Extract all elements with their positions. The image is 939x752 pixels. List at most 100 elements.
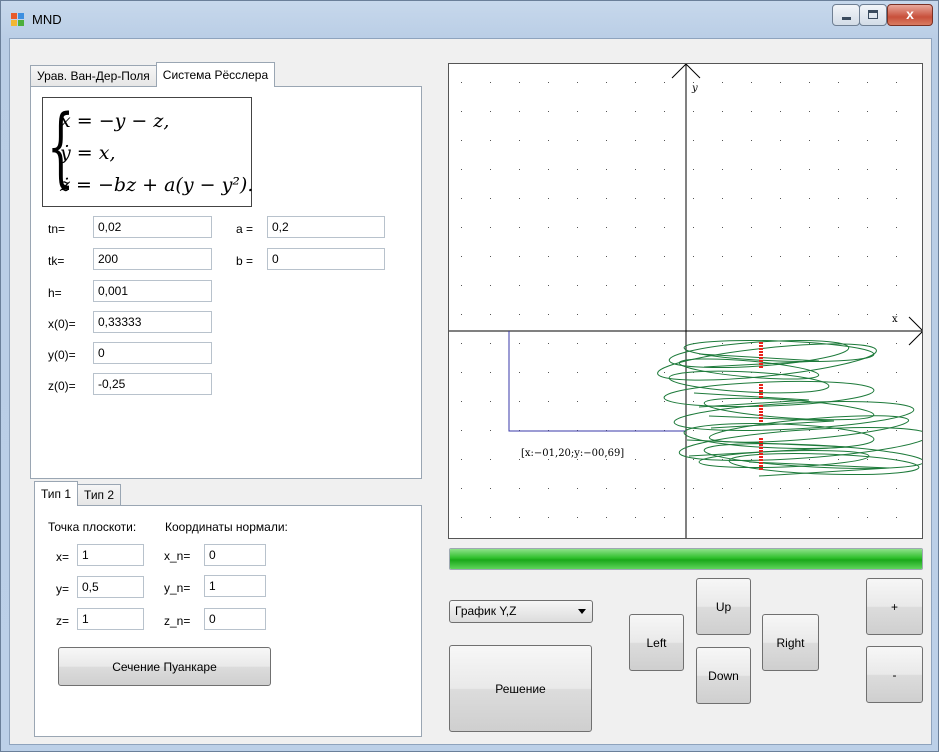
grid-dot: [751, 111, 752, 112]
z0-field[interactable]: [93, 373, 212, 395]
tab-van-der-pol[interactable]: Урав. Ван-Дер-Поля: [30, 65, 157, 87]
tab-type-1[interactable]: Тип 1: [34, 481, 79, 506]
b-field[interactable]: [267, 248, 385, 270]
tn-field[interactable]: [93, 216, 212, 238]
grid-dot: [577, 343, 578, 344]
normal-y-field[interactable]: [204, 575, 266, 597]
point-z-field[interactable]: [77, 608, 144, 630]
point-x-field[interactable]: [77, 544, 144, 566]
phase-plot[interactable]: y x [x:−01,20;y:−00,69]: [448, 63, 923, 539]
grid-dot: [635, 314, 636, 315]
grid-dot: [519, 227, 520, 228]
grid-dot: [635, 401, 636, 402]
close-button[interactable]: x: [887, 4, 933, 26]
grid-dot: [664, 372, 665, 373]
tn-label: tn=: [48, 222, 66, 236]
grid-dot: [896, 256, 897, 257]
tab-type-2[interactable]: Тип 2: [77, 484, 122, 506]
grid-dot: [635, 343, 636, 344]
grid-dot: [548, 198, 549, 199]
grid-dot: [838, 459, 839, 460]
grid-dot: [490, 372, 491, 373]
grid-dot: [809, 314, 810, 315]
tk-field[interactable]: [93, 248, 212, 270]
grid-dot: [635, 198, 636, 199]
y0-field[interactable]: [93, 342, 212, 364]
grid-dot: [722, 111, 723, 112]
grid-dot: [809, 285, 810, 286]
grid-dot: [490, 140, 491, 141]
point-y-field[interactable]: [77, 576, 144, 598]
grid-dot: [896, 488, 897, 489]
grid-dot: [896, 285, 897, 286]
grid-dot: [693, 517, 694, 518]
grid-dot: [722, 140, 723, 141]
poincare-point: [759, 390, 763, 392]
tab-rossler[interactable]: Система Рёсслера: [155, 62, 276, 87]
grid-dot: [490, 285, 491, 286]
minimize-button[interactable]: [832, 4, 860, 26]
grid-dot: [519, 111, 520, 112]
plane-point-header: Точка плоскоти:: [48, 520, 137, 534]
normal-x-label: x_n=: [164, 549, 191, 563]
grid-dot: [461, 198, 462, 199]
grid-dot: [664, 140, 665, 141]
rossler-equations: { ẋ = −y − z, ẏ = x, ż = −bz + a(y − y²)…: [42, 97, 253, 207]
normal-x-field[interactable]: [204, 544, 266, 566]
grid-dot: [693, 169, 694, 170]
x0-field[interactable]: [93, 311, 212, 333]
poincare-point: [759, 450, 763, 452]
grid-dot: [606, 314, 607, 315]
grid-dot: [722, 169, 723, 170]
grid-dot: [664, 198, 665, 199]
grid-dot: [577, 372, 578, 373]
grid-dot: [490, 169, 491, 170]
grid-dot: [548, 227, 549, 228]
right-button[interactable]: Right: [762, 614, 819, 671]
grid-dot: [896, 401, 897, 402]
down-button[interactable]: Down: [696, 647, 751, 704]
grid-dot: [751, 140, 752, 141]
minimize-icon: [842, 17, 851, 20]
grid-dot: [867, 82, 868, 83]
zoom-out-button[interactable]: -: [866, 646, 923, 703]
poincare-point: [759, 363, 763, 365]
solve-button[interactable]: Решение: [449, 645, 592, 732]
grid-dot: [693, 401, 694, 402]
grid-dot: [664, 459, 665, 460]
grid-dot: [867, 314, 868, 315]
grid-dot: [838, 169, 839, 170]
grid-dot: [461, 372, 462, 373]
grid-dot: [548, 343, 549, 344]
poincare-point: [759, 468, 763, 470]
h-field[interactable]: [93, 280, 212, 302]
left-button[interactable]: Left: [629, 614, 684, 671]
poincare-point: [759, 366, 763, 368]
y-axis-label: y: [692, 83, 698, 94]
grid-dot: [461, 401, 462, 402]
grid-dot: [780, 111, 781, 112]
maximize-button[interactable]: [859, 4, 887, 26]
normal-z-field[interactable]: [204, 608, 266, 630]
graph-select[interactable]: График Y,Z: [449, 600, 593, 623]
grid-dot: [461, 256, 462, 257]
grid-dot: [461, 140, 462, 141]
poincare-point: [759, 387, 763, 389]
grid-dot: [867, 169, 868, 170]
grid-dot: [519, 285, 520, 286]
poincare-point: [759, 345, 763, 347]
grid-dot: [867, 372, 868, 373]
poincare-point: [759, 384, 763, 386]
grid-dot: [461, 314, 462, 315]
zoom-in-button[interactable]: +: [866, 578, 923, 635]
grid-dot: [606, 227, 607, 228]
poincare-section-button[interactable]: Сечение Пуанкаре: [58, 647, 271, 686]
grid-dot: [606, 343, 607, 344]
grid-dot: [664, 343, 665, 344]
grid-dot: [838, 314, 839, 315]
grid-dot: [577, 517, 578, 518]
a-field[interactable]: [267, 216, 385, 238]
grid-dot: [635, 140, 636, 141]
grid-dot: [519, 517, 520, 518]
up-button[interactable]: Up: [696, 578, 751, 635]
